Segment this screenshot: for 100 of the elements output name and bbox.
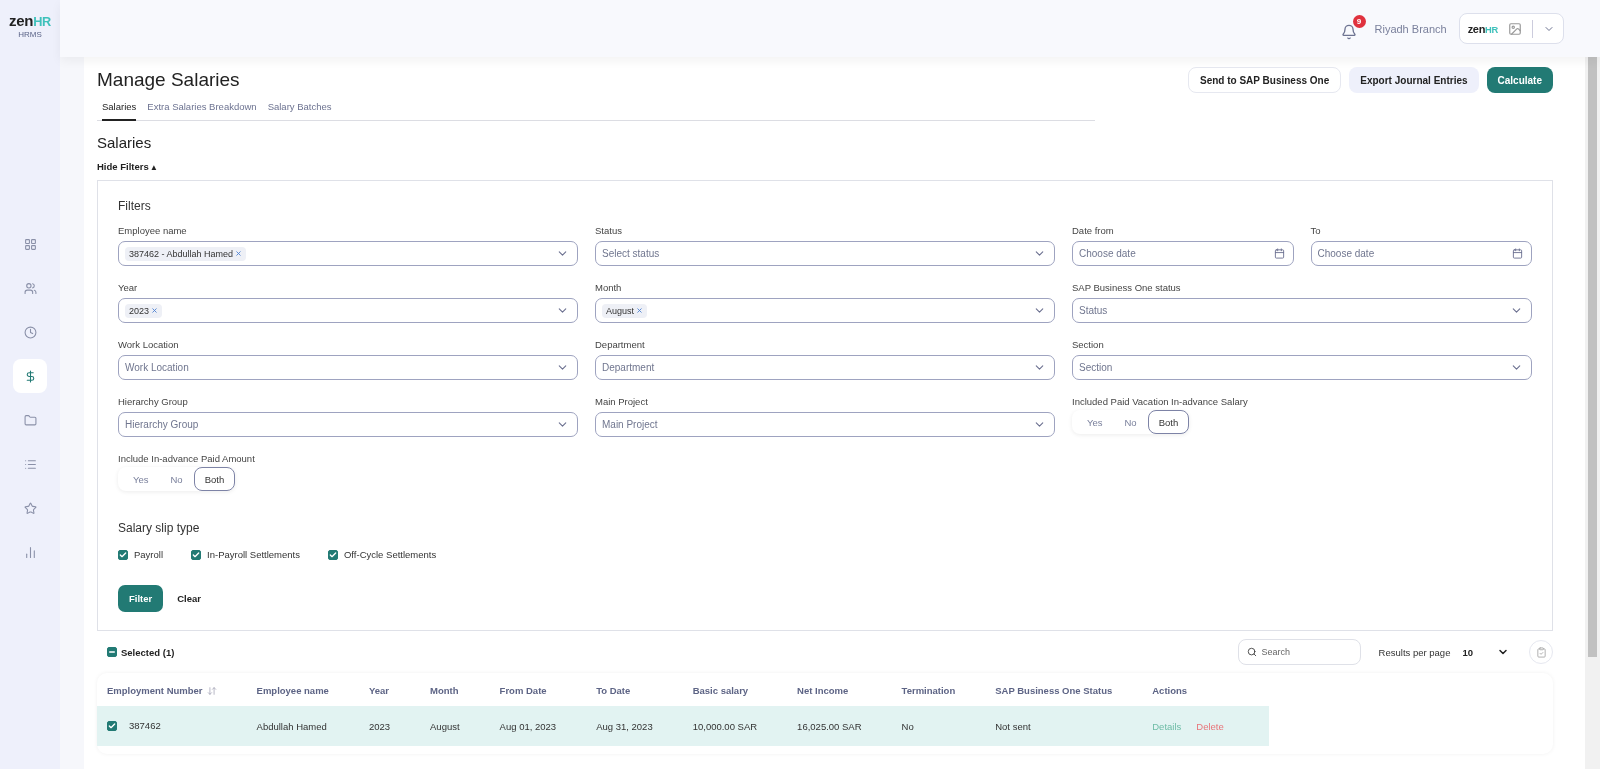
- table-cell: Aug 31, 2023: [586, 706, 683, 746]
- tab[interactable]: Salary Batches: [267, 95, 332, 121]
- grid-icon: [23, 237, 37, 251]
- hide-filters-button[interactable]: Hide Filters ▴: [97, 161, 157, 172]
- broken-image-icon: [1508, 21, 1522, 36]
- select-field[interactable]: Select status: [595, 241, 1055, 266]
- check-icon: [329, 550, 337, 559]
- column-header[interactable]: Employee name: [246, 673, 359, 707]
- calculate-button[interactable]: Calculate: [1486, 67, 1553, 93]
- search-field[interactable]: Search: [1237, 639, 1361, 665]
- column-header[interactable]: Net Income: [787, 673, 892, 707]
- field-label: Main Project: [595, 396, 649, 407]
- remove-icon[interactable]: [636, 307, 644, 314]
- multiselect-field[interactable]: 2023: [118, 298, 578, 323]
- search-icon: [1246, 647, 1257, 657]
- branch-name[interactable]: Riyadh Branch: [1374, 22, 1447, 35]
- selected-tag: 2023: [125, 303, 163, 318]
- remove-icon[interactable]: [235, 250, 243, 257]
- field-label: Work Location: [118, 339, 180, 350]
- slip-type-title: Salary slip type: [118, 521, 201, 535]
- field-label: Hierarchy Group: [118, 396, 189, 407]
- table-cell: August: [420, 706, 490, 746]
- minus-icon: [108, 648, 116, 656]
- column-header[interactable]: Actions: [1142, 673, 1269, 707]
- remove-icon[interactable]: [151, 307, 159, 314]
- checkbox-label: In-Payroll Settlements: [207, 549, 300, 560]
- check-icon: [108, 722, 116, 730]
- select-field[interactable]: Main Project: [595, 412, 1055, 437]
- brand-subtitle: HRMS: [18, 30, 42, 39]
- tab[interactable]: Extra Salaries Breakdown: [147, 95, 257, 121]
- selected-tag: August: [602, 303, 648, 318]
- multiselect-field[interactable]: August: [595, 298, 1055, 323]
- select-field[interactable]: Work Location: [118, 355, 578, 380]
- row-checkbox[interactable]: [107, 721, 117, 731]
- table-cell: Not sent: [985, 706, 1143, 746]
- chart-icon: [23, 545, 37, 559]
- users-icon: [23, 281, 37, 295]
- table-cell: 16,025.00 SAR: [787, 706, 892, 746]
- dollar-nav-button[interactable]: [13, 359, 47, 393]
- bell-icon[interactable]: [1340, 23, 1357, 40]
- export-button[interactable]: Export Journal Entries: [1349, 67, 1479, 93]
- date-field[interactable]: Choose date: [1310, 241, 1532, 266]
- table-cell: Abdullah Hamed: [246, 706, 359, 746]
- clear-button[interactable]: Clear: [177, 585, 201, 612]
- tab[interactable]: Salaries: [102, 95, 137, 121]
- field-label: Status: [595, 225, 623, 236]
- column-header[interactable]: SAP Business One Status: [985, 673, 1143, 707]
- column-header[interactable]: Month: [420, 673, 490, 707]
- select-field[interactable]: Section: [1072, 355, 1532, 380]
- table-cell: Aug 01, 2023: [489, 706, 587, 746]
- field-label: SAP Business One status: [1072, 282, 1182, 293]
- filter-button[interactable]: Filter: [118, 585, 164, 612]
- column-header[interactable]: Termination: [891, 673, 986, 707]
- results-label: Results per page: [1378, 646, 1451, 658]
- field-label: Date from: [1072, 225, 1115, 236]
- checkbox[interactable]: [118, 549, 128, 560]
- checkbox[interactable]: [191, 549, 202, 560]
- field-label: Included Paid Vacation In-advance Salary: [1072, 396, 1249, 407]
- company-logo: zenHR: [1467, 22, 1498, 35]
- select-field[interactable]: Department: [595, 355, 1055, 380]
- field-label: Employee name: [118, 225, 188, 236]
- field-label: Year: [118, 282, 139, 293]
- page-title: Manage Salaries: [97, 69, 241, 91]
- scrollbar-thumb[interactable]: [1588, 57, 1597, 657]
- checkbox[interactable]: [328, 549, 338, 560]
- account-switcher[interactable]: zenHR: [1458, 13, 1564, 44]
- sort-icon[interactable]: [206, 686, 217, 697]
- check-icon: [119, 550, 127, 559]
- table-cell: No: [891, 706, 986, 746]
- check-icon: [192, 550, 201, 559]
- selected-tag: 387462 - Abdullah Hamed: [125, 246, 247, 261]
- toggle-option[interactable]: Both: [193, 467, 236, 491]
- checkbox-label: Payroll: [134, 549, 164, 560]
- column-header[interactable]: Year: [358, 673, 421, 707]
- selected-count: Selected (1): [121, 646, 175, 658]
- select-field[interactable]: Status: [1072, 298, 1532, 323]
- multiselect-field[interactable]: 387462 - Abdullah Hamed: [118, 241, 578, 266]
- calendar-icon: [1512, 248, 1523, 259]
- checkbox-label: Off-Cycle Settlements: [344, 549, 437, 560]
- send-button[interactable]: Send to SAP Business One: [1188, 67, 1342, 93]
- results-per-page-select[interactable]: 10: [1462, 646, 1509, 658]
- field-label: Section: [1072, 339, 1105, 350]
- calendar-icon: [1273, 248, 1285, 259]
- list-icon: [23, 457, 37, 471]
- clipboard-check-icon: [1535, 646, 1547, 658]
- select-all-checkbox[interactable]: [107, 647, 117, 657]
- folder-icon: [23, 413, 37, 427]
- toggle-option[interactable]: Both: [1147, 410, 1190, 434]
- field-label: To: [1310, 225, 1322, 236]
- column-header[interactable]: Employment Number: [97, 673, 247, 707]
- field-label: Month: [595, 282, 623, 293]
- column-header[interactable]: To Date: [586, 673, 683, 707]
- column-header[interactable]: From Date: [489, 673, 587, 707]
- date-field[interactable]: Choose date: [1072, 241, 1294, 266]
- column-header[interactable]: Basic salary: [682, 673, 788, 707]
- select-field[interactable]: Hierarchy Group: [118, 412, 578, 437]
- field-label: Include In-advance Paid Amount: [118, 453, 256, 464]
- star-icon: [23, 501, 37, 515]
- clock-icon: [23, 325, 37, 339]
- table-cell: 2023: [358, 706, 421, 746]
